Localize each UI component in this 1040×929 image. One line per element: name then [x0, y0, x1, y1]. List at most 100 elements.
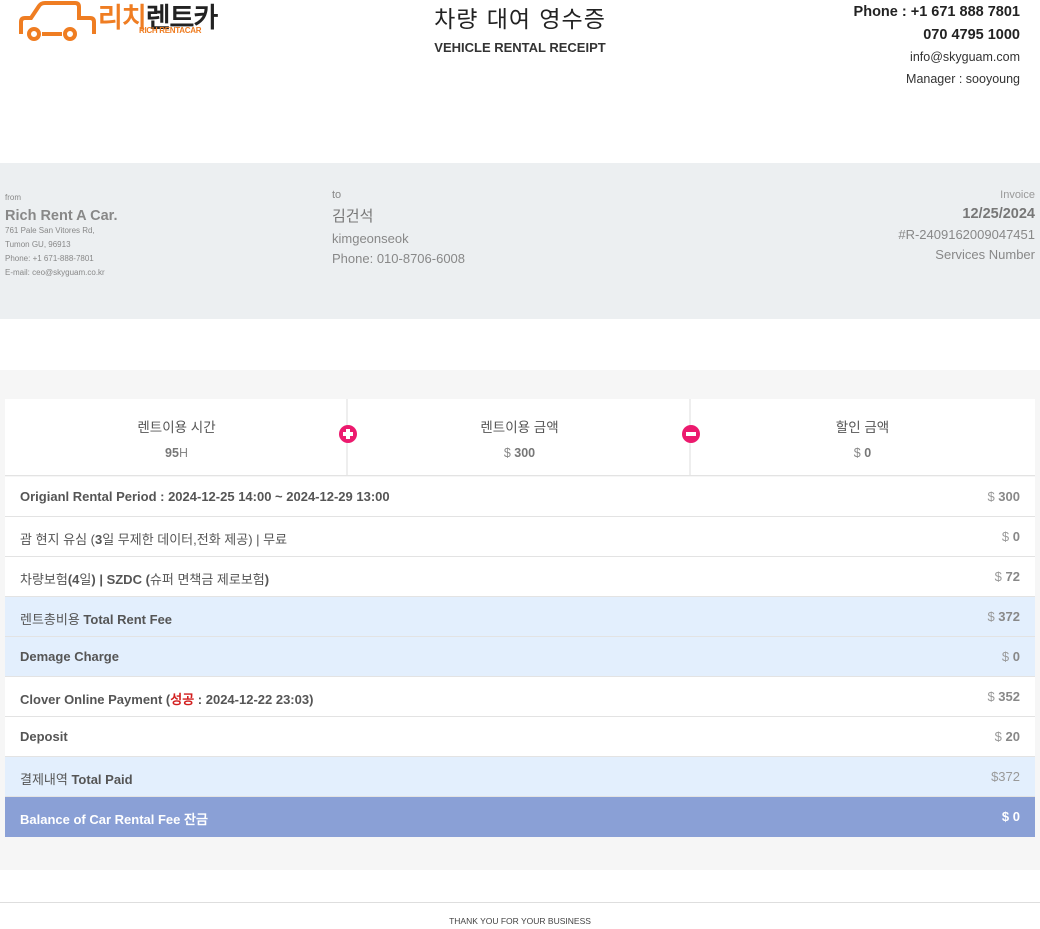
line-item-currency: $	[994, 729, 1002, 744]
invoice-label: Invoice	[1000, 189, 1035, 201]
line-item-amount: $ 0	[1002, 529, 1020, 544]
line-item-value: 0	[1012, 649, 1020, 664]
line-item-rental-period: Origianl Rental Period : 2024-12-25 14:0…	[5, 477, 1035, 517]
rental-amount-number: 300	[514, 446, 536, 460]
line-item-balance: Balance of Car Rental Fee 잔금 $ 0	[5, 797, 1035, 837]
invoice-block: Invoice 12/25/2024 #R-2409162009047451 S…	[898, 189, 1035, 262]
to-name: 김건석	[332, 208, 374, 225]
line-item-label-part: )	[264, 572, 270, 587]
line-item-online-payment: Clover Online Payment (성공 : 2024-12-22 2…	[5, 677, 1035, 717]
line-item-label-part: ) | SZDC (	[91, 572, 150, 587]
line-item-label: 괌 현지 유심 (3일 무제한 데이터,전화 제공) | 무료	[20, 529, 287, 548]
line-item-value: 0	[1012, 529, 1020, 544]
invoice-date: 12/25/2024	[962, 206, 1035, 222]
line-item-label: 렌트총비용 Total Rent Fee	[20, 609, 172, 628]
line-items: Origianl Rental Period : 2024-12-25 14:0…	[5, 477, 1035, 837]
from-address-1: 761 Pale San Vitores Rd,	[5, 226, 95, 235]
line-item-currency: $	[987, 689, 995, 704]
line-item-label-part: 차량보험	[20, 572, 68, 587]
rental-time-number: 95	[165, 446, 179, 460]
line-item-value: 372	[998, 609, 1020, 624]
payment-status-success: 성공	[170, 692, 195, 707]
to-phone: Phone: 010-8706-6008	[332, 251, 466, 266]
rental-amount-label: 렌트이용 금액	[480, 420, 559, 435]
to-block: to 김건석 kimgeonseok Phone: 010-8706-6008	[332, 189, 465, 266]
footer-divider	[0, 902, 1040, 903]
party-info-band: from Rich Rent A Car. 761 Pale San Vitor…	[0, 163, 1040, 319]
line-item-amount: $ 352	[987, 689, 1020, 704]
line-item-label: Demage Charge	[20, 649, 119, 664]
discount-number: 0	[864, 446, 872, 460]
line-item-label-part: 괌 현지 유심 (	[20, 532, 95, 547]
line-item-label-part: (4	[67, 572, 80, 587]
receipt-details-section: 렌트이용 시간 95H 렌트이용 금액 $ 300 할인 금액 $ 0 Orig…	[0, 370, 1040, 870]
line-item-currency: $	[994, 569, 1002, 584]
to-username: kimgeonseok	[332, 231, 409, 246]
discount-value: $ 0	[691, 446, 1034, 460]
line-item-amount: $ 20	[995, 729, 1020, 744]
line-item-label-part: 잔금	[184, 812, 208, 827]
rental-amount-col: 렌트이용 금액 $ 300	[348, 399, 691, 475]
to-label: to	[332, 189, 342, 201]
rental-amount-value: $ 300	[348, 446, 691, 460]
line-item-value: 72	[1005, 569, 1020, 584]
line-item-label-part: 일 무제한 데이터,전화 제공) | 무료	[102, 532, 288, 547]
from-phone: Phone: +1 671-888-7801	[5, 254, 94, 263]
line-item-value: 300	[998, 489, 1020, 504]
line-item-label-part: Total Rent Fee	[79, 612, 173, 627]
line-item-label: 결제내역 Total Paid	[20, 769, 133, 788]
line-item-label-part: 일	[79, 572, 92, 587]
from-name: Rich Rent A Car.	[5, 208, 118, 224]
line-item-value: 0	[1012, 809, 1020, 824]
rental-amount-currency: $	[503, 446, 511, 460]
summary-panel: 렌트이용 시간 95H 렌트이용 금액 $ 300 할인 금액 $ 0	[5, 399, 1035, 476]
line-item-label-part: : 2024-12-22 23:03)	[194, 692, 314, 707]
rental-time-col: 렌트이용 시간 95H	[5, 399, 348, 475]
line-item-label-part: Total Paid	[67, 772, 133, 787]
from-address-2: Tumon GU, 96913	[5, 240, 71, 249]
line-item-total-rent-fee: 렌트총비용 Total Rent Fee $ 372	[5, 597, 1035, 637]
discount-currency: $	[853, 446, 861, 460]
line-item-value: 20	[1005, 729, 1020, 744]
from-label: from	[5, 193, 21, 202]
line-item-label-part: Balance of Car Rental Fee	[20, 812, 184, 827]
line-item-currency: $	[1001, 649, 1010, 664]
line-item-insurance: 차량보험(4일) | SZDC (슈퍼 면책금 제로보험) $ 72	[5, 557, 1035, 597]
line-item-label: Clover Online Payment (성공 : 2024-12-22 2…	[20, 689, 313, 708]
services-number-label: Services Number	[935, 247, 1035, 262]
line-item-total-paid: 결제내역 Total Paid $372	[5, 757, 1035, 797]
rental-time-value: 95H	[5, 446, 348, 460]
line-item-currency: $	[1001, 809, 1010, 824]
line-item-value: 352	[998, 689, 1020, 704]
footer-thanks: THANK YOU FOR YOUR BUSINESS	[449, 916, 591, 926]
line-item-amount: $ 372	[987, 609, 1020, 624]
contact-phone: Phone : +1 671 888 7801	[853, 4, 1020, 20]
line-item-currency: $	[1001, 529, 1010, 544]
line-item-label: Origianl Rental Period : 2024-12-25 14:0…	[20, 489, 390, 504]
line-item-amount: $ 72	[995, 569, 1020, 584]
contact-block: Phone : +1 671 888 7801 070 4795 1000 in…	[854, 4, 1020, 87]
contact-email[interactable]: info@skyguam.com	[854, 50, 1020, 65]
from-block: from Rich Rent A Car. 761 Pale San Vitor…	[5, 193, 118, 280]
line-item-damage-charge: Demage Charge $ 0	[5, 637, 1035, 677]
line-item-amount: $ 300	[987, 489, 1020, 504]
line-item-deposit: Deposit $ 20	[5, 717, 1035, 757]
line-item-sim: 괌 현지 유심 (3일 무제한 데이터,전화 제공) | 무료 $ 0	[5, 517, 1035, 557]
rental-time-unit: H	[178, 446, 188, 460]
rental-time-label: 렌트이용 시간	[137, 420, 216, 435]
line-item-label-part: 결제내역	[20, 772, 68, 787]
line-item-label: 차량보험(4일) | SZDC (슈퍼 면책금 제로보험)	[20, 569, 269, 588]
line-item-amount: $372	[991, 769, 1020, 784]
line-item-label: Deposit	[20, 729, 68, 744]
line-item-currency: $	[987, 489, 995, 504]
contact-phone-2: 070 4795 1000	[923, 27, 1020, 43]
invoice-number: #R-2409162009047451	[898, 227, 1035, 242]
from-email: E-mail: ceo@skyguam.co.kr	[5, 268, 105, 277]
line-item-label-part: 렌트총비용	[20, 612, 80, 627]
line-item-label-part: Clover Online Payment (	[20, 692, 171, 707]
line-item-currency: $	[987, 609, 995, 624]
line-item-label: Balance of Car Rental Fee 잔금	[20, 809, 208, 828]
line-item-amount: $ 0	[1002, 649, 1020, 664]
discount-label: 할인 금액	[835, 420, 890, 435]
contact-manager: Manager : sooyoung	[906, 72, 1020, 86]
